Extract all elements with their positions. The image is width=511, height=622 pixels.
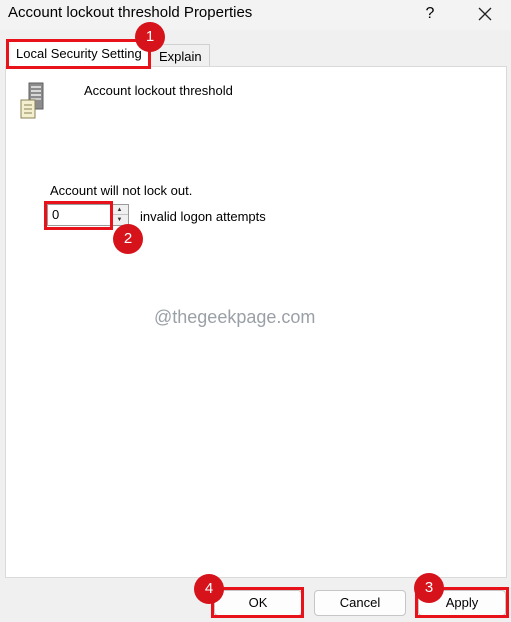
highlight-box-input xyxy=(44,201,113,230)
highlight-box-ok xyxy=(211,587,304,618)
tab-label: Explain xyxy=(159,49,202,64)
policy-name: Account lockout threshold xyxy=(84,83,233,98)
threshold-unit-label: invalid logon attempts xyxy=(140,209,266,224)
step-marker-4: 4 xyxy=(194,574,224,604)
step-marker-2: 2 xyxy=(113,224,143,254)
close-icon xyxy=(478,7,492,21)
title-bar: Account lockout threshold Properties ? xyxy=(0,0,511,30)
cancel-button[interactable]: Cancel xyxy=(314,590,406,616)
window-title: Account lockout threshold Properties xyxy=(8,4,253,21)
step-marker-1: 1 xyxy=(135,22,165,52)
lockout-status-text: Account will not lock out. xyxy=(50,183,193,198)
highlight-box-tab xyxy=(6,39,151,69)
help-button[interactable]: ? xyxy=(420,2,440,26)
close-button[interactable] xyxy=(470,2,500,26)
watermark: @thegeekpage.com xyxy=(154,307,316,327)
step-marker-3: 3 xyxy=(414,573,444,603)
server-policy-icon xyxy=(20,82,48,120)
